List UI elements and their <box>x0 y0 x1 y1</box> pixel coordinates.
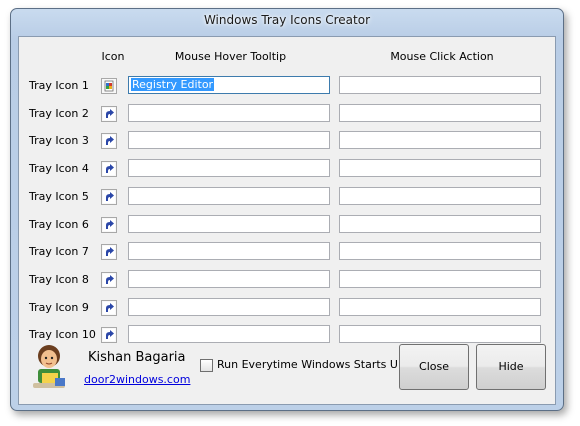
tooltip-input[interactable] <box>128 214 330 233</box>
startup-checkbox[interactable] <box>200 359 213 372</box>
click-action-input[interactable] <box>339 297 541 316</box>
tray-icon-row: Tray Icon 6 <box>19 213 555 240</box>
tooltip-input[interactable] <box>128 159 330 178</box>
tooltip-input[interactable] <box>128 269 330 288</box>
tooltip-input[interactable] <box>128 297 330 316</box>
author-avatar <box>33 345 65 388</box>
tray-icon-row: Tray Icon 1 Registry Editor <box>19 74 555 101</box>
tooltip-input[interactable] <box>128 186 330 205</box>
dialog-client-area: Icon Mouse Hover Tooltip Mouse Click Act… <box>18 36 556 405</box>
shortcut-arrow-icon[interactable] <box>101 105 117 122</box>
tooltip-input[interactable] <box>128 131 330 150</box>
click-action-input[interactable] <box>339 159 541 178</box>
tray-icon-label: Tray Icon 10 <box>29 328 96 342</box>
click-action-input[interactable] <box>339 103 541 122</box>
tooltip-input[interactable] <box>128 325 330 344</box>
tooltip-input[interactable] <box>128 242 330 261</box>
click-action-input[interactable] <box>339 214 541 233</box>
tray-icon-row: Tray Icon 7 <box>19 240 555 267</box>
tray-icon-label: Tray Icon 8 <box>29 272 89 286</box>
hide-button[interactable]: Hide <box>476 344 546 390</box>
tray-icon-row: Tray Icon 2 <box>19 102 555 129</box>
tooltip-input[interactable]: Registry Editor <box>128 76 330 94</box>
click-action-input[interactable] <box>339 186 541 205</box>
click-action-input[interactable] <box>339 131 541 150</box>
click-action-input[interactable] <box>339 242 541 261</box>
tray-icon-label: Tray Icon 6 <box>29 217 89 231</box>
column-header-action: Mouse Click Action <box>390 50 494 63</box>
shortcut-arrow-icon[interactable] <box>101 133 117 150</box>
shortcut-arrow-icon[interactable] <box>101 216 117 233</box>
tray-icon-label: Tray Icon 4 <box>29 162 89 176</box>
shortcut-arrow-icon[interactable] <box>101 244 117 261</box>
app-window: Windows Tray Icons Creator Icon Mouse Ho… <box>10 8 564 411</box>
tray-icon-label: Tray Icon 5 <box>29 189 89 203</box>
shortcut-arrow-icon[interactable] <box>101 161 117 178</box>
shortcut-arrow-icon[interactable] <box>101 327 117 344</box>
tooltip-input-value: Registry Editor <box>131 78 215 91</box>
tooltip-input[interactable] <box>128 103 330 122</box>
tray-icon-row: Tray Icon 8 <box>19 268 555 295</box>
shortcut-arrow-icon[interactable] <box>101 188 117 205</box>
click-action-input[interactable] <box>339 325 541 344</box>
tray-icon-row: Tray Icon 9 <box>19 296 555 323</box>
author-name: Kishan Bagaria <box>88 350 186 365</box>
shortcut-arrow-icon[interactable] <box>101 299 117 316</box>
tray-icon-label: Tray Icon 1 <box>29 79 89 92</box>
startup-checkbox-label[interactable]: Run Everytime Windows Starts Up <box>217 358 405 371</box>
window-title: Windows Tray Icons Creator <box>203 13 371 27</box>
tray-icon-row: Tray Icon 4 <box>19 157 555 184</box>
tray-icon-row: Tray Icon 5 <box>19 185 555 212</box>
click-action-input[interactable] <box>339 269 541 288</box>
column-header-tooltip: Mouse Hover Tooltip <box>174 50 287 63</box>
tray-icon-row: Tray Icon 10 <box>19 323 555 350</box>
shortcut-arrow-icon[interactable] <box>101 271 117 288</box>
column-header-icon: Icon <box>101 50 125 63</box>
tray-icon-label: Tray Icon 2 <box>29 106 89 120</box>
close-button[interactable]: Close <box>399 344 469 390</box>
click-action-input[interactable] <box>339 76 541 94</box>
tray-icon-label: Tray Icon 9 <box>29 300 89 314</box>
website-link[interactable]: door2windows.com <box>84 373 190 386</box>
tray-icon-label: Tray Icon 7 <box>29 245 89 259</box>
registry-editor-icon[interactable] <box>101 78 117 94</box>
tray-icon-row: Tray Icon 3 <box>19 129 555 156</box>
tray-icon-label: Tray Icon 3 <box>29 134 89 148</box>
